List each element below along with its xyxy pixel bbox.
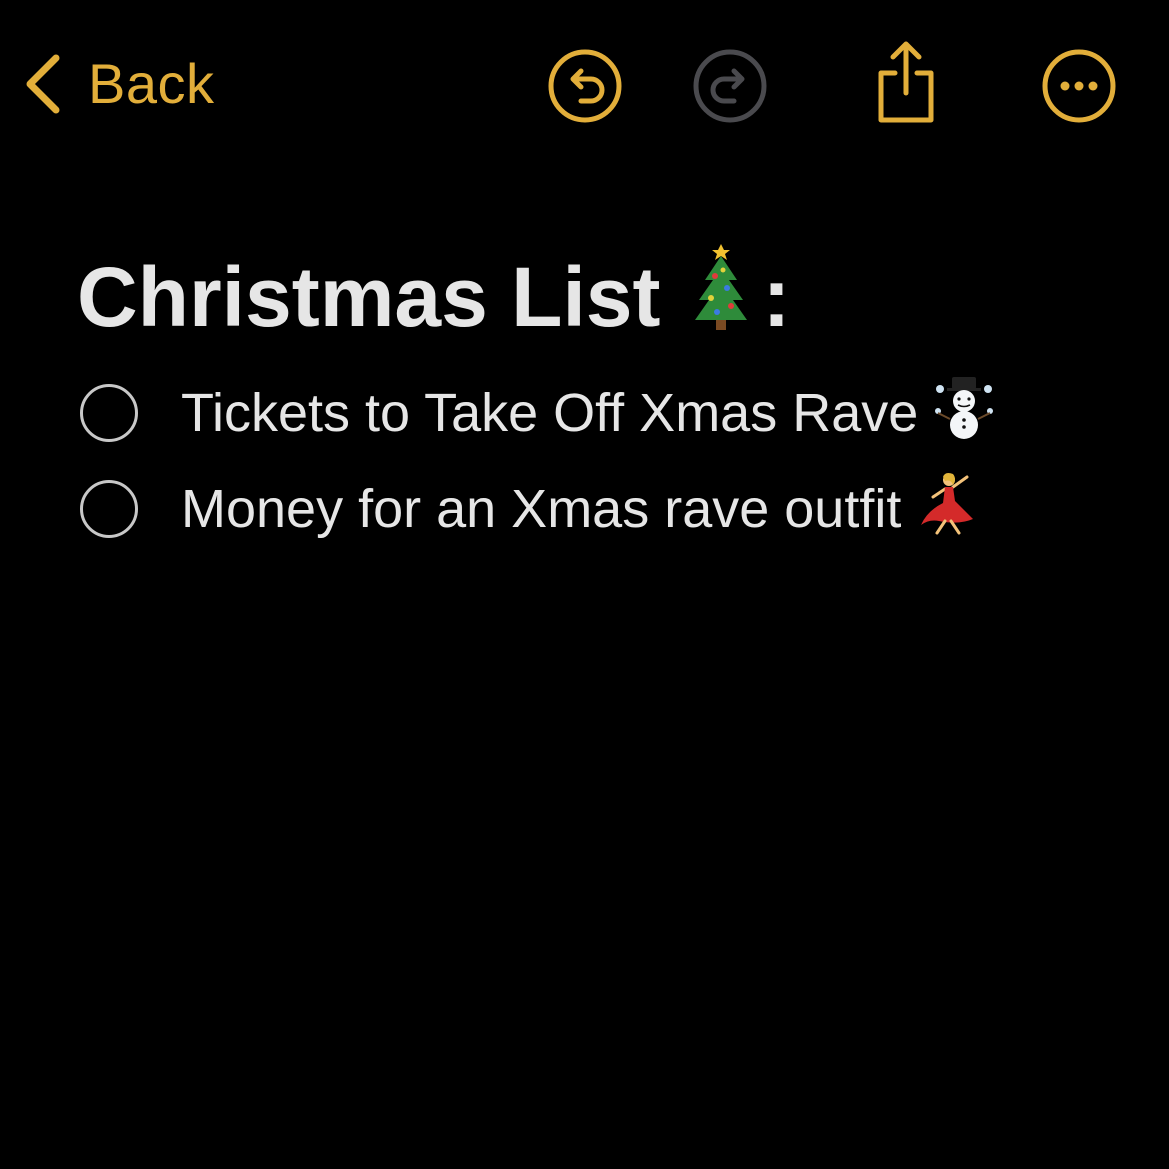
christmas-tree-icon <box>693 240 749 353</box>
back-button[interactable]: Back <box>22 44 215 124</box>
checkbox-circle[interactable] <box>80 384 138 442</box>
redo-button[interactable] <box>690 46 770 126</box>
undo-button[interactable] <box>545 46 625 126</box>
checklist: Tickets to Take Off Xmas Rave Money for … <box>77 365 1137 557</box>
toolbar: Back <box>0 0 1169 170</box>
redo-icon <box>692 48 768 124</box>
note-body[interactable]: Christmas List : Tickets to Take Off Xma… <box>77 240 1137 573</box>
notes-screen: Back Christmas List: Tickets to Take Of… <box>0 0 1169 1169</box>
checklist-item-row[interactable]: Money for an Xmas rave outfit <box>181 471 977 548</box>
checklist-item: Money for an Xmas rave outfit <box>77 461 1137 557</box>
share-icon <box>871 39 941 125</box>
checklist-item-text: Tickets to Take Off Xmas Rave <box>181 383 919 443</box>
note-title-text: Christmas List <box>77 249 661 344</box>
back-label: Back <box>88 52 215 115</box>
checkbox-circle[interactable] <box>80 480 138 538</box>
snowman-icon <box>932 375 996 452</box>
dancer-icon <box>915 471 977 548</box>
more-button[interactable] <box>1039 46 1119 126</box>
checklist-item-row[interactable]: Tickets to Take Off Xmas Rave <box>181 375 996 452</box>
share-button[interactable] <box>866 38 946 126</box>
checklist-item-text: Money for an Xmas rave outfit <box>181 479 902 539</box>
more-icon <box>1041 48 1117 124</box>
checklist-item: Tickets to Take Off Xmas Rave <box>77 365 1137 461</box>
undo-icon <box>547 48 623 124</box>
note-title[interactable]: Christmas List : <box>77 240 1137 353</box>
chevron-left-icon <box>22 52 62 116</box>
note-title-suffix: : <box>762 249 791 344</box>
